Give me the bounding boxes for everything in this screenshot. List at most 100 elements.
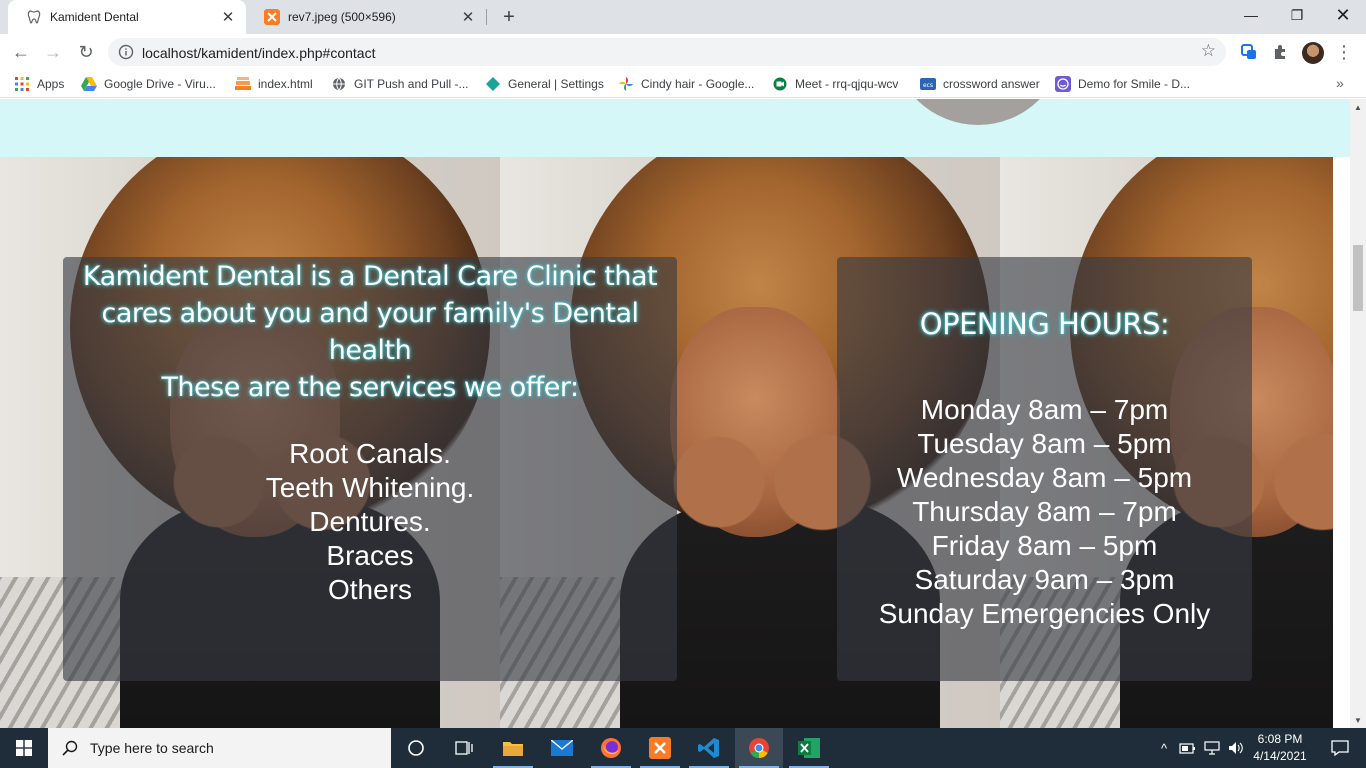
- tab-title: rev7.jpeg (500×596): [288, 10, 396, 24]
- bookmark-google-drive[interactable]: Google Drive - Viru...: [81, 76, 216, 92]
- contact-hero: Kamident Dental is a Dental Care Clinic …: [0, 157, 1333, 728]
- close-window-icon[interactable]: ✕: [1320, 0, 1366, 30]
- show-hidden-icons-chevron-icon[interactable]: ^: [1155, 728, 1173, 768]
- cortana-icon[interactable]: [392, 728, 440, 768]
- services-heading: These are the services we offer:: [161, 372, 579, 403]
- google-drive-icon: [81, 76, 97, 92]
- service-item: Dentures.: [309, 506, 431, 537]
- header-band: [0, 99, 1350, 157]
- extensions-puzzle-icon[interactable]: [1270, 42, 1290, 62]
- bookmark-index-html[interactable]: index.html: [235, 76, 313, 92]
- opening-hours-list: Monday 8am – 7pm Tuesday 8am – 5pm Wedne…: [837, 393, 1252, 631]
- meet-icon: [772, 76, 788, 92]
- address-bar[interactable]: localhost/kamident/index.php#contact ☆: [108, 38, 1226, 66]
- svg-text:ecs: ecs: [923, 82, 933, 89]
- tab-title: Kamident Dental: [50, 10, 139, 24]
- tab-strip: Kamident Dental ✕ rev7.jpeg (500×596) ✕ …: [0, 0, 1366, 34]
- page-viewport: Kamident Dental is a Dental Care Clinic …: [0, 99, 1350, 728]
- bookmark-star-icon[interactable]: ☆: [1201, 41, 1216, 61]
- service-item: Others: [327, 574, 413, 605]
- file-explorer-icon[interactable]: [489, 728, 537, 768]
- scrollbar-thumb[interactable]: [1353, 245, 1363, 311]
- bookmark-label: Demo for Smile - D...: [1078, 77, 1191, 91]
- tab-separator: [486, 9, 487, 25]
- hours-item: Friday 8am – 5pm: [931, 530, 1158, 561]
- bookmark-crossword[interactable]: ecs crossword answer: [920, 76, 1040, 92]
- url-text: localhost/kamident/index.php#contact: [142, 45, 376, 61]
- apps-grid-icon: [14, 76, 30, 92]
- xampp-icon[interactable]: [636, 728, 684, 768]
- search-icon: [62, 740, 78, 756]
- globe-icon: [331, 76, 347, 92]
- restore-icon[interactable]: ❐: [1274, 0, 1320, 30]
- clock-date: 4/14/2021: [1253, 749, 1307, 763]
- xampp-icon: [264, 9, 280, 25]
- service-item: Braces: [326, 540, 414, 571]
- system-clock[interactable]: 6:08 PM 4/14/2021: [1248, 731, 1312, 765]
- opening-hours-title: OPENING HOURS:: [919, 307, 1170, 341]
- stack-icon: [235, 76, 251, 92]
- clinic-intro: Kamident Dental is a Dental Care Clinic …: [63, 258, 677, 406]
- reload-icon[interactable]: ↻: [71, 37, 101, 67]
- bookmark-cindy-hair[interactable]: Cindy hair - Google...: [618, 76, 754, 92]
- smile-icon: [1055, 76, 1071, 92]
- bookmark-label: General | Settings: [508, 77, 604, 91]
- bookmark-meet[interactable]: Meet - rrq-qjqu-wcv: [772, 76, 898, 92]
- hours-item: Monday 8am – 7pm: [920, 394, 1169, 425]
- forward-arrow-icon[interactable]: →: [38, 37, 68, 67]
- excel-icon[interactable]: [785, 728, 833, 768]
- bookmark-label: crossword answer: [943, 77, 1040, 91]
- bookmark-demo-smile[interactable]: Demo for Smile - D...: [1055, 76, 1190, 92]
- minimize-icon[interactable]: —: [1228, 0, 1274, 30]
- bookmark-label: Meet - rrq-qjqu-wcv: [795, 77, 899, 91]
- info-icon[interactable]: [118, 44, 134, 60]
- more-bookmarks-icon[interactable]: »: [1336, 75, 1344, 91]
- translate-extension-icon[interactable]: [1239, 42, 1259, 62]
- bookmark-label: Cindy hair - Google...: [641, 77, 755, 91]
- service-item: Teeth Whitening.: [265, 472, 475, 503]
- hours-item: Thursday 8am – 7pm: [912, 496, 1177, 527]
- network-icon[interactable]: [1202, 728, 1222, 768]
- ecs-icon: ecs: [920, 76, 936, 92]
- back-arrow-icon[interactable]: ←: [6, 37, 36, 67]
- page-scrollbar[interactable]: ▲ ▼: [1350, 99, 1366, 728]
- scroll-down-arrow-icon[interactable]: ▼: [1350, 712, 1366, 728]
- bookmark-general-settings[interactable]: General | Settings: [485, 76, 604, 92]
- services-list: Root Canals. Teeth Whitening. Dentures. …: [63, 437, 677, 607]
- tooth-icon: [26, 9, 42, 25]
- task-view-icon[interactable]: [440, 728, 488, 768]
- tab-rev7[interactable]: rev7.jpeg (500×596) ✕: [246, 0, 486, 34]
- taskbar-search-box[interactable]: Type here to search: [48, 728, 391, 768]
- menu-kebab-icon[interactable]: ⋮: [1334, 40, 1354, 64]
- browser-toolbar: ← → ↻ localhost/kamident/index.php#conta…: [0, 34, 1366, 70]
- volume-icon[interactable]: [1226, 728, 1246, 768]
- new-tab-button[interactable]: +: [496, 5, 522, 29]
- chrome-icon[interactable]: [735, 728, 783, 768]
- hours-item: Wednesday 8am – 5pm: [896, 462, 1193, 493]
- windows-start-icon[interactable]: [0, 728, 48, 768]
- bookmark-git[interactable]: GIT Push and Pull -...: [331, 76, 469, 92]
- bookmark-apps[interactable]: Apps: [14, 76, 64, 92]
- close-tab-icon[interactable]: ✕: [218, 7, 238, 27]
- clock-time: 6:08 PM: [1257, 732, 1303, 746]
- clinic-description: Kamident Dental is a Dental Care Clinic …: [82, 261, 658, 366]
- bookmark-label: index.html: [258, 77, 313, 91]
- scroll-up-arrow-icon[interactable]: ▲: [1350, 99, 1366, 115]
- notification-center-icon[interactable]: [1320, 728, 1360, 768]
- battery-icon[interactable]: [1178, 728, 1198, 768]
- bookmark-label: Apps: [37, 77, 65, 91]
- search-placeholder: Type here to search: [90, 740, 214, 756]
- hours-item: Tuesday 8am – 5pm: [917, 428, 1172, 459]
- close-tab-icon[interactable]: ✕: [458, 7, 478, 27]
- hours-item: Sunday Emergencies Only: [878, 598, 1211, 629]
- hours-item: Saturday 9am – 3pm: [914, 564, 1175, 595]
- vscode-icon[interactable]: [685, 728, 733, 768]
- bookmarks-bar: Apps Google Drive - Viru... index.html G…: [0, 70, 1366, 98]
- mail-icon[interactable]: [538, 728, 586, 768]
- tab-kamident[interactable]: Kamident Dental ✕: [8, 0, 246, 34]
- profile-photo-circle: [893, 99, 1063, 125]
- firefox-icon[interactable]: [587, 728, 635, 768]
- windows-taskbar: Type here to search ^ 6:08 PM 4/14/2021: [0, 728, 1366, 768]
- profile-avatar[interactable]: [1302, 42, 1324, 64]
- bookmark-label: GIT Push and Pull -...: [354, 77, 469, 91]
